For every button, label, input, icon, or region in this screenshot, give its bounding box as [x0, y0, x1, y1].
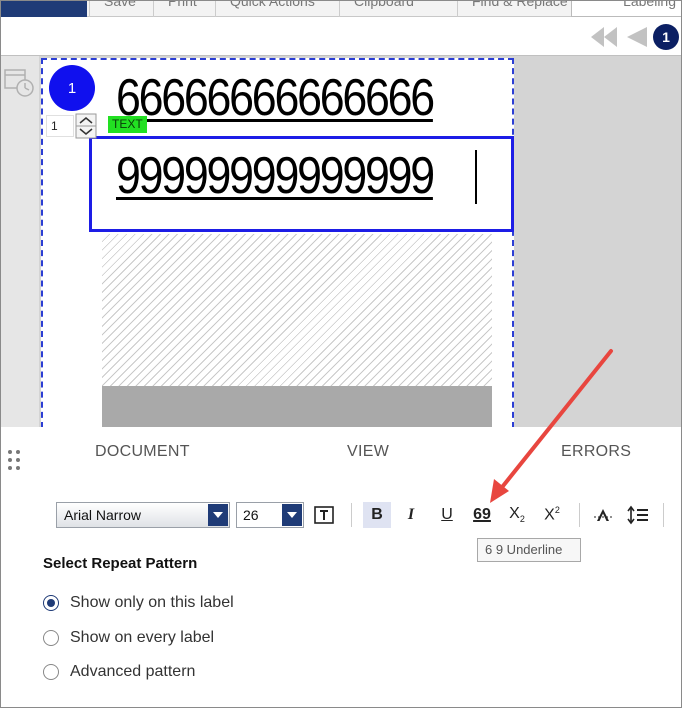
repeat-option-label: Advanced pattern [70, 663, 196, 680]
font-size-select[interactable]: 26 [236, 502, 304, 528]
label-number-badge[interactable]: 1 [49, 65, 95, 111]
unprintable-area [102, 234, 492, 386]
six-nine-underline-icon[interactable]: 69 [468, 502, 496, 528]
radio-button[interactable] [43, 664, 59, 680]
label-liner [102, 386, 492, 428]
tab-document[interactable]: DOCUMENT [95, 443, 190, 461]
tab-quick-actions[interactable]: Quick Actions [215, 1, 329, 17]
text-fit-icon[interactable] [310, 502, 338, 528]
repeat-option-label: Show on every label [70, 629, 215, 646]
underline-icon[interactable]: U [433, 502, 461, 528]
previous-label-icon[interactable] [623, 25, 649, 49]
text-format-toolbar: Arial Narrow 26 B I U 69 X2 X2 [1, 499, 681, 531]
first-label-icon[interactable] [589, 25, 619, 49]
left-rail [1, 56, 39, 428]
radio-button[interactable] [43, 595, 59, 611]
superscript-icon[interactable]: X2 [538, 502, 566, 528]
chevron-down-icon[interactable] [208, 504, 228, 526]
text-object-line-1[interactable]: 66666666666666 [116, 68, 435, 128]
repeat-pattern-title: Select Repeat Pattern [43, 555, 198, 572]
drag-handle-icon[interactable] [7, 449, 21, 471]
properties-panel: DOCUMENT VIEW ERRORS Arial Narrow 26 B I… [1, 427, 681, 707]
repeat-option-this-label[interactable]: Show only on this label [43, 592, 234, 614]
tab-clipboard[interactable]: Clipboard [339, 1, 428, 17]
tab-view[interactable]: VIEW [347, 443, 389, 461]
font-family-value: Arial Narrow [64, 507, 142, 523]
chevron-down-icon[interactable] [282, 504, 302, 526]
calendar-clock-icon[interactable] [3, 64, 35, 98]
tab-labeling[interactable]: Labeling [571, 1, 681, 17]
line-spacing-icon[interactable] [624, 502, 652, 528]
text-caret [475, 150, 477, 204]
app-menu-button[interactable] [1, 1, 87, 17]
tab-errors[interactable]: ERRORS [561, 443, 631, 461]
subscript-icon[interactable]: X2 [503, 502, 531, 528]
tab-save[interactable]: Save [89, 1, 150, 17]
font-size-value: 26 [243, 507, 259, 523]
copies-spinner[interactable] [75, 113, 97, 139]
tab-print[interactable]: Print [153, 1, 211, 17]
toolbar-divider [579, 503, 580, 527]
label-canvas[interactable]: 66666666666666 99999999999999 1 1 TEXT [1, 55, 681, 428]
selected-object-outline[interactable] [89, 136, 514, 232]
repeat-option-every-label[interactable]: Show on every label [43, 627, 214, 649]
repeat-option-advanced[interactable]: Advanced pattern [43, 661, 195, 683]
text-outline-icon[interactable] [589, 502, 617, 528]
object-type-tag: TEXT [108, 116, 147, 133]
page-badge[interactable]: 1 [653, 24, 679, 50]
ribbon: Save Print Quick Actions Clipboard Find … [1, 1, 681, 17]
font-family-select[interactable]: Arial Narrow [56, 502, 230, 528]
tooltip: 6 9 Underline [477, 538, 581, 562]
radio-button[interactable] [43, 630, 59, 646]
repeat-option-label: Show only on this label [70, 594, 234, 611]
bold-icon[interactable]: B [363, 502, 391, 528]
copies-field[interactable]: 1 [46, 115, 74, 137]
italic-icon[interactable]: I [397, 502, 425, 528]
app-window: Save Print Quick Actions Clipboard Find … [0, 0, 682, 708]
toolbar-divider [351, 503, 352, 527]
toolbar-divider [663, 503, 664, 527]
label-navigation: 1 [589, 21, 679, 53]
panel-tabs: DOCUMENT VIEW ERRORS [31, 443, 681, 471]
tab-find-replace[interactable]: Find & Replace [457, 1, 582, 17]
